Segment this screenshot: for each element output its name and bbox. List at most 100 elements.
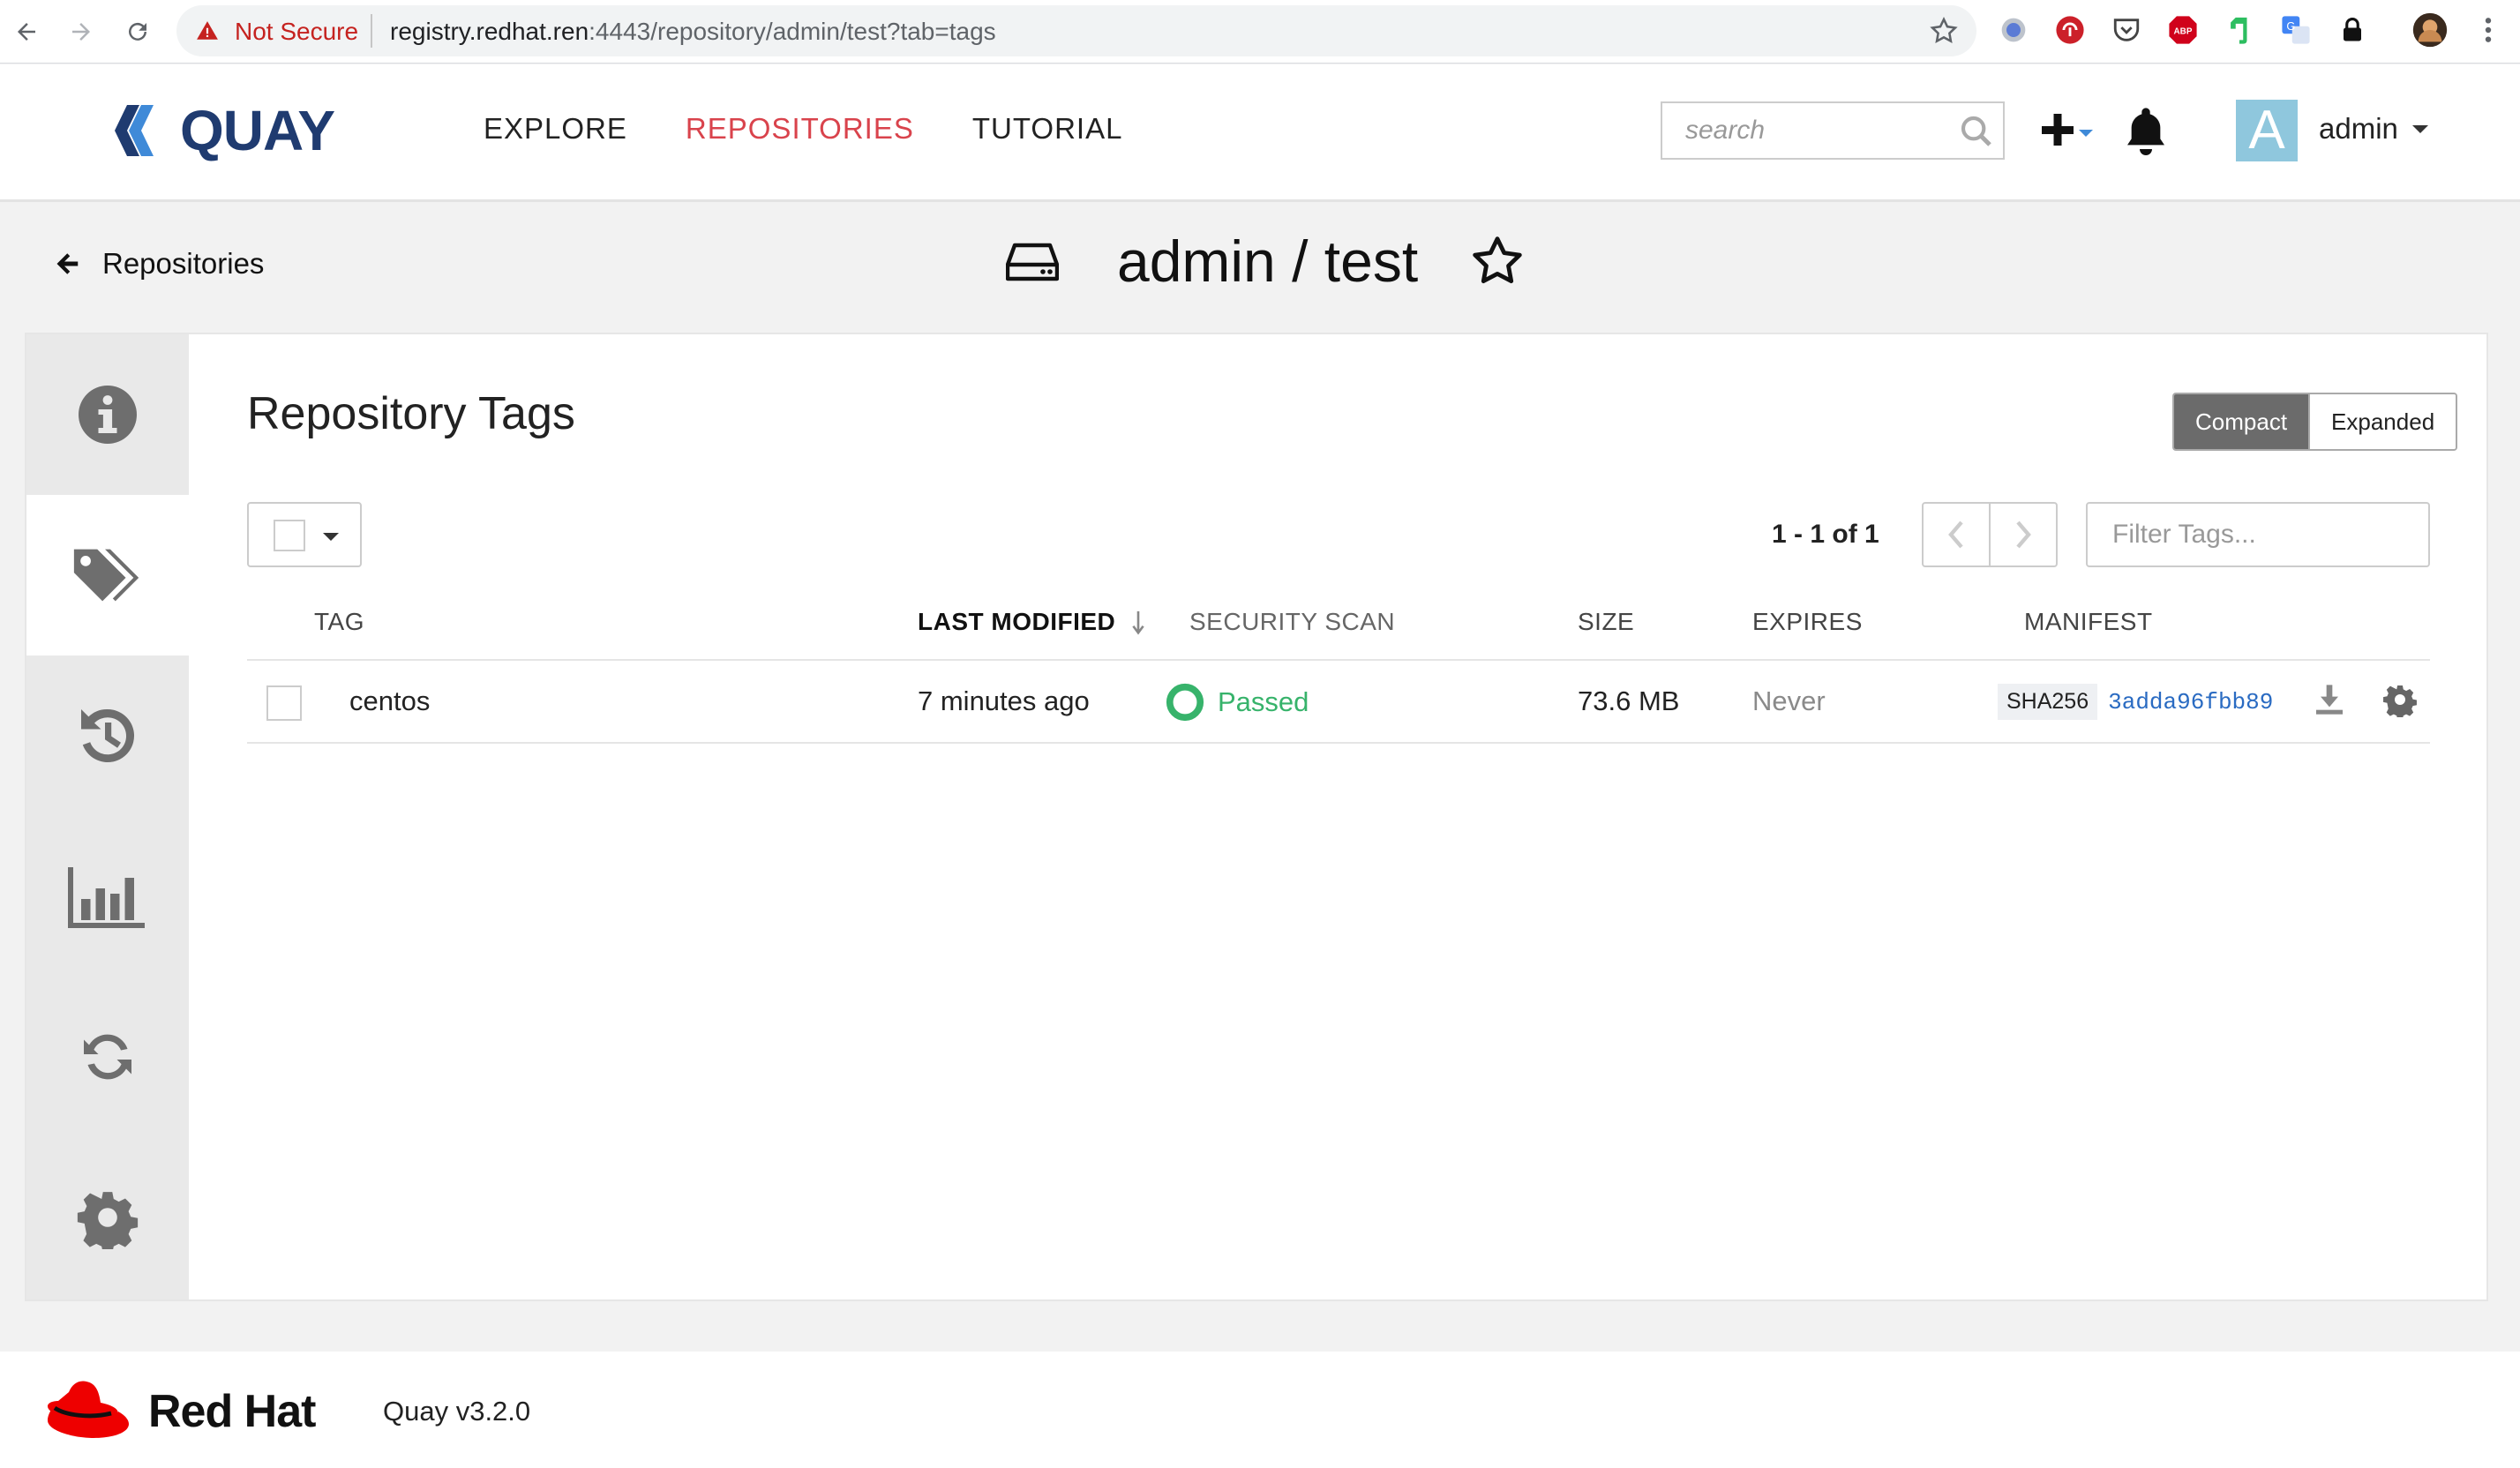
back-to-repositories[interactable]: Repositories	[55, 247, 264, 281]
create-new-plus-icon[interactable]	[2029, 103, 2100, 156]
quay-logo-icon	[115, 105, 154, 156]
omnibox-divider	[371, 14, 372, 48]
adblock-label: ABP	[2174, 26, 2193, 36]
warning-icon	[197, 21, 218, 40]
tags-content: Repository Tags Compact Expanded 1 - 1 o…	[189, 334, 2486, 1299]
sidebar-item-usage[interactable]	[26, 816, 189, 977]
row-divider	[247, 742, 2430, 744]
profile-avatar-icon[interactable]	[2412, 12, 2448, 48]
tag-name[interactable]: centos	[349, 685, 430, 717]
redhat-brand-text: Red Hat	[148, 1386, 316, 1437]
tag-options-gear-icon[interactable]	[2382, 682, 2418, 717]
page-count: 1 - 1 of 1	[1772, 520, 1879, 549]
digest-value[interactable]: 3adda96fbb89	[2108, 689, 2273, 715]
expiration[interactable]: Never	[1752, 685, 1826, 717]
search-input[interactable]	[1662, 103, 1954, 158]
chevron-down-icon	[2411, 124, 2428, 133]
chevron-down-icon	[323, 533, 339, 541]
url-path: :4443/repository/admin/test?tab=tags	[589, 18, 996, 45]
download-icon[interactable]	[2312, 682, 2347, 717]
manifest-digest: SHA256 3adda96fbb89	[1998, 684, 2273, 720]
forward-arrow-icon[interactable]	[62, 12, 101, 51]
image-size: 73.6 MB	[1578, 685, 1680, 716]
next-page-button[interactable]	[1989, 504, 2056, 565]
column-header-last-modified[interactable]: LAST MODIFIED	[918, 608, 1115, 636]
sort-descending-icon[interactable]	[1131, 610, 1145, 636]
repository-drive-icon	[1006, 243, 1059, 281]
chevron-left-icon	[1948, 521, 1963, 549]
column-header-expires[interactable]: EXPIRES	[1752, 608, 1863, 636]
prev-page-button[interactable]	[1924, 504, 1989, 565]
repo-sidebar	[26, 334, 189, 1299]
quay-logo[interactable]: QUAY	[111, 98, 335, 163]
redhat-fedora-icon	[48, 1381, 129, 1438]
nav-explore[interactable]: EXPLORE	[484, 112, 627, 146]
reload-icon[interactable]	[118, 12, 157, 51]
search-box	[1661, 101, 2005, 160]
digest-algorithm-badge: SHA256	[1998, 684, 2098, 720]
column-header-security-scan[interactable]: SECURITY SCAN	[1189, 608, 1395, 636]
search-icon[interactable]	[1959, 114, 1994, 149]
repo-title-bar: admin / test	[1006, 228, 1526, 295]
lock-icon[interactable]	[2335, 12, 2370, 48]
bulk-select-dropdown[interactable]	[247, 502, 362, 567]
lastpass-icon[interactable]	[2052, 12, 2088, 48]
user-menu[interactable]: admin	[2319, 112, 2428, 146]
redhat-logo[interactable]: Red Hat	[44, 1378, 316, 1445]
not-secure-label[interactable]: Not Secure	[235, 18, 358, 46]
repo-panel: Repository Tags Compact Expanded 1 - 1 o…	[25, 333, 2488, 1301]
bookmark-star-icon[interactable]	[1929, 16, 1959, 46]
quay-header: QUAY EXPLORE REPOSITORIES TUTORIAL A adm…	[0, 64, 2520, 202]
page-title: admin / test	[1117, 228, 1419, 294]
footer: Red Hat Quay v3.2.0	[0, 1352, 2520, 1468]
compact-view-button[interactable]: Compact	[2174, 394, 2309, 449]
sidebar-item-tags[interactable]	[26, 495, 189, 655]
sidebar-item-settings[interactable]	[26, 1137, 189, 1298]
refresh-icon	[84, 1034, 131, 1080]
security-scan-status[interactable]: Passed	[1165, 682, 1309, 723]
record-icon[interactable]	[1996, 12, 2031, 48]
gear-icon	[77, 1192, 139, 1249]
bar-chart-icon	[68, 867, 145, 928]
main-nav: EXPLORE REPOSITORIES TUTORIAL	[484, 112, 1122, 146]
tags-icon	[73, 549, 139, 602]
pocket-icon[interactable]	[2109, 12, 2144, 48]
menu-dots-icon[interactable]	[2471, 12, 2506, 48]
sidebar-item-history[interactable]	[26, 655, 189, 816]
notifications-bell-icon[interactable]	[2121, 103, 2171, 158]
column-header-manifest[interactable]: MANIFEST	[2024, 608, 2153, 636]
scan-status-label: Passed	[1218, 686, 1309, 717]
info-icon	[79, 386, 137, 444]
user-avatar[interactable]: A	[2236, 100, 2298, 161]
filter-tags-box	[2086, 502, 2430, 567]
expanded-view-button[interactable]: Expanded	[2308, 394, 2456, 449]
back-arrow-icon	[56, 253, 79, 274]
svg-text:G: G	[2286, 19, 2295, 33]
view-toggle: Compact Expanded	[2172, 393, 2458, 451]
username: admin	[2319, 112, 2398, 145]
nav-repositories[interactable]: REPOSITORIES	[686, 112, 914, 146]
browser-toolbar: Not Secure registry.redhat.ren:4443/repo…	[0, 0, 2520, 64]
adblock-icon[interactable]: ABP	[2165, 12, 2201, 48]
column-header-tag[interactable]: TAG	[314, 608, 364, 636]
sidebar-item-info[interactable]	[26, 334, 189, 495]
header-divider	[247, 659, 2430, 661]
logo-text: QUAY	[180, 99, 335, 162]
pagination	[1922, 502, 2058, 567]
evernote-icon[interactable]	[2222, 12, 2257, 48]
row-checkbox[interactable]	[266, 685, 302, 721]
column-header-size[interactable]: SIZE	[1578, 608, 1634, 636]
address-bar[interactable]: Not Secure registry.redhat.ren:4443/repo…	[176, 5, 1976, 56]
back-arrow-icon[interactable]	[7, 12, 46, 51]
url-text[interactable]: registry.redhat.ren:4443/repository/admi…	[390, 18, 996, 46]
back-label: Repositories	[102, 247, 265, 280]
star-repo-icon[interactable]	[1469, 233, 1526, 289]
section-title: Repository Tags	[247, 388, 575, 439]
scan-passed-ring-icon	[1166, 683, 1204, 722]
filter-tags-input[interactable]	[2088, 504, 2428, 565]
select-all-checkbox[interactable]	[274, 520, 305, 551]
translate-icon[interactable]: G	[2278, 12, 2314, 48]
sidebar-item-mirroring[interactable]	[26, 977, 189, 1137]
nav-tutorial[interactable]: TUTORIAL	[972, 112, 1123, 146]
last-modified: 7 minutes ago	[918, 685, 1090, 716]
